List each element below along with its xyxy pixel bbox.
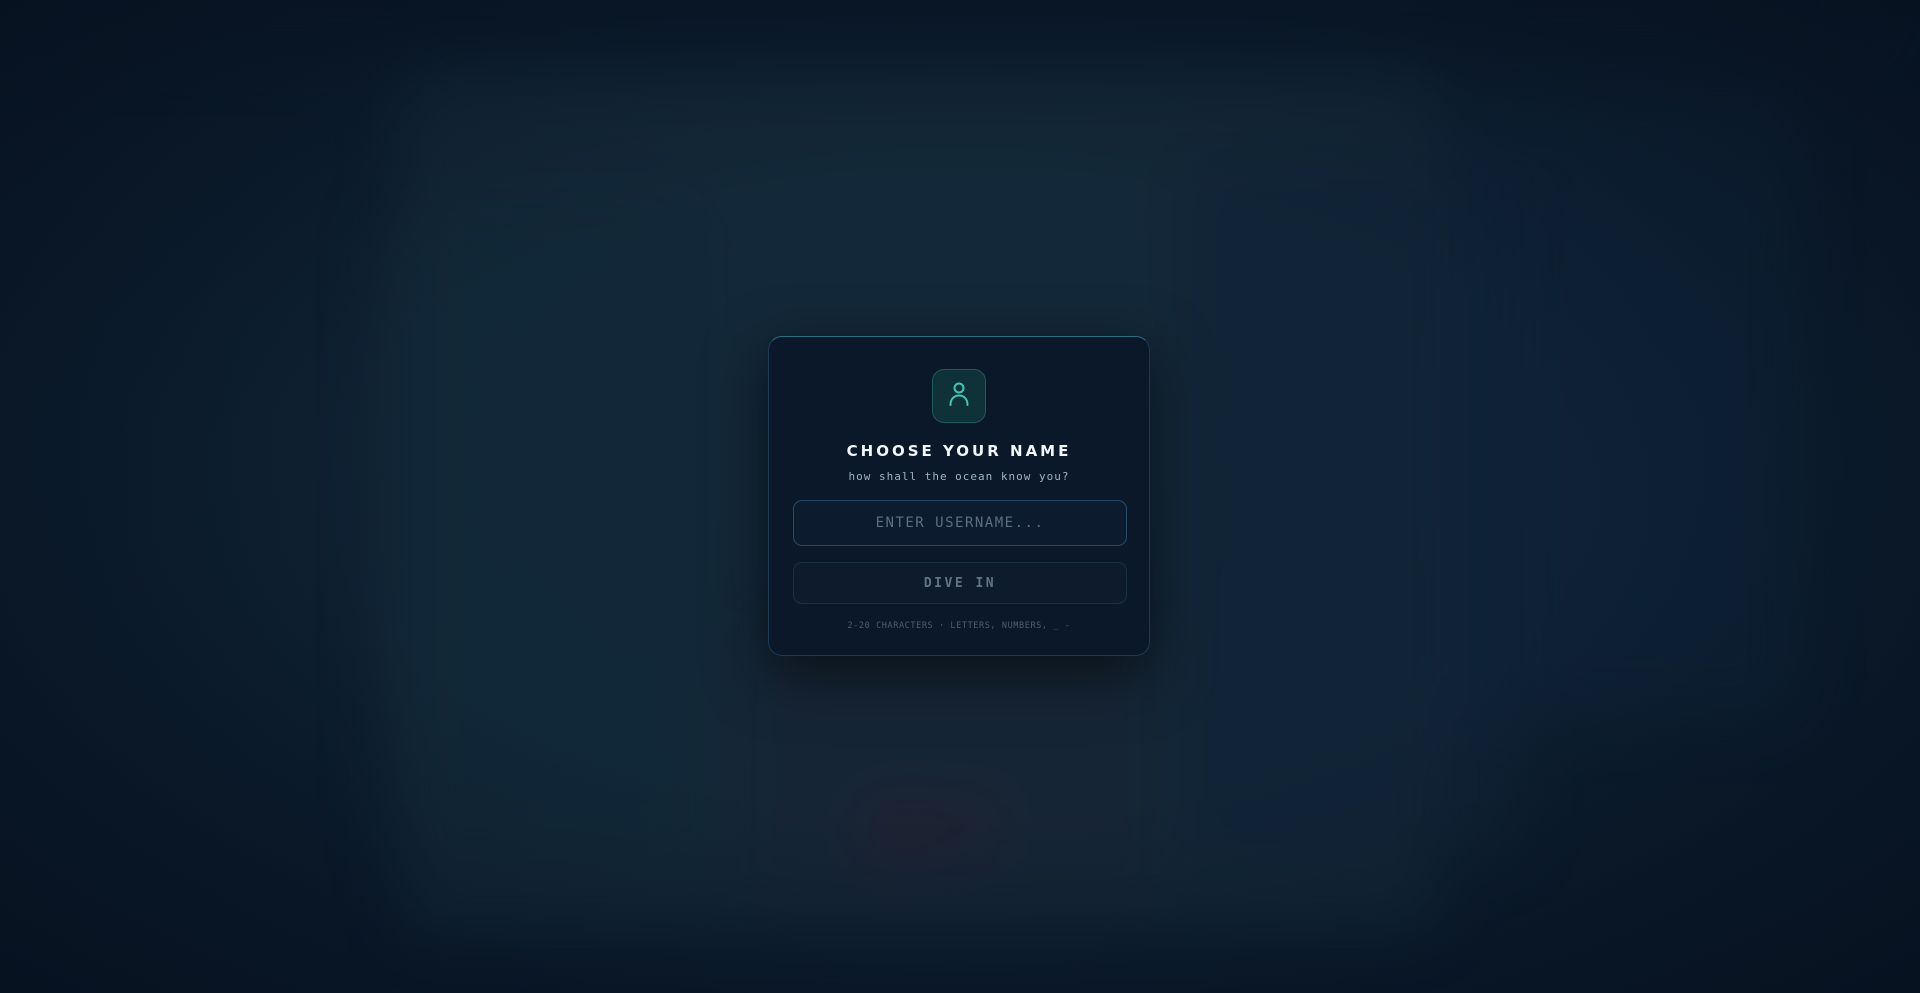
username-dialog: CHOOSE YOUR NAME how shall the ocean kno… <box>768 336 1150 656</box>
dialog-subtitle: how shall the ocean know you? <box>848 470 1070 483</box>
avatar <box>932 369 986 423</box>
username-input[interactable] <box>793 500 1127 546</box>
username-hint: 2-20 CHARACTERS · LETTERS, NUMBERS, _ - <box>847 621 1071 631</box>
dive-in-button[interactable]: DIVE IN <box>793 562 1127 604</box>
dialog-title: CHOOSE YOUR NAME <box>846 442 1072 460</box>
user-icon <box>947 381 971 411</box>
